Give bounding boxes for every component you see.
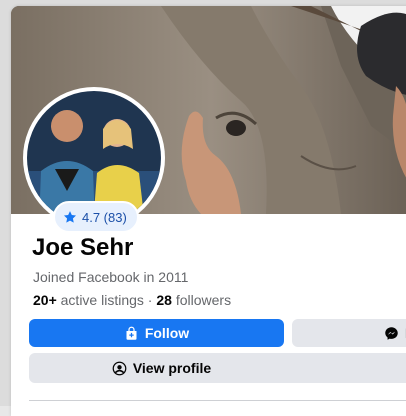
seller-profile-card: 4.7 (83) Joe Sehr Joined Facebook in 201… [11, 6, 406, 416]
message-button[interactable]: M [292, 319, 406, 347]
follow-label: Follow [144, 325, 190, 341]
view-profile-button[interactable]: View profile [29, 353, 406, 383]
rating-text: 4.7 (83) [82, 209, 127, 225]
star-icon [63, 210, 77, 224]
joined-date: Joined Facebook in 2011 [33, 269, 189, 285]
listings-label: active listings [60, 292, 144, 308]
seller-name: Joe Sehr [32, 234, 134, 261]
messenger-icon [384, 326, 399, 341]
follow-button[interactable]: Follow [29, 319, 284, 347]
listings-count: 20+ [33, 292, 57, 308]
user-circle-icon [112, 361, 127, 376]
followers-label: followers [175, 292, 232, 308]
view-profile-label: View profile [132, 360, 212, 376]
marketplace-follow-icon [124, 326, 139, 341]
section-divider [29, 400, 406, 401]
stats-separator: · [147, 292, 153, 308]
seller-stats: 20+ active listings · 28 followers [33, 292, 231, 308]
rating-badge[interactable]: 4.7 (83) [53, 201, 139, 233]
followers-count: 28 [156, 292, 172, 308]
